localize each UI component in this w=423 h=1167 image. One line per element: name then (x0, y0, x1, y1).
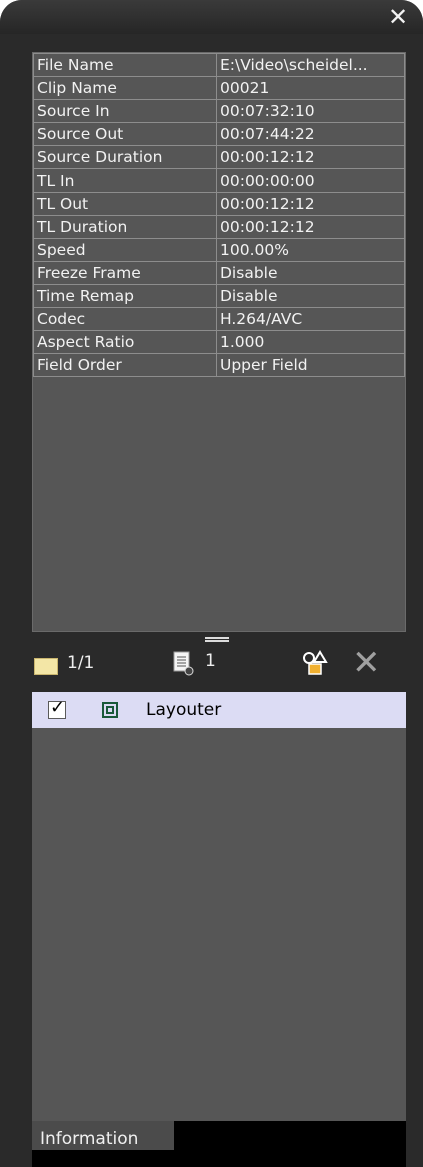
table-row: Aspect Ratio 1.000 (33, 330, 405, 355)
table-row: TL In 00:00:00:00 (33, 168, 405, 193)
property-name: Source In (33, 99, 217, 124)
bottom-bar (32, 1150, 406, 1167)
property-value: Disable (216, 260, 405, 285)
title-bar: ✕ (0, 0, 423, 34)
table-row: Freeze Frame Disable (33, 260, 405, 285)
property-value: H.264/AVC (216, 307, 405, 332)
property-value: 100.00% (216, 237, 405, 262)
property-value: 00:00:12:12 (216, 191, 405, 216)
property-name: File Name (33, 52, 217, 78)
table-row: TL Out 00:00:12:12 (33, 191, 405, 216)
property-name: Time Remap (33, 283, 217, 309)
table-row: Source Out 00:07:44:22 (33, 122, 405, 147)
table-row: Clip Name 00021 (33, 76, 405, 101)
remove-effect-icon[interactable]: ✕ (352, 646, 381, 680)
information-panel: ✕ File Name E:\Video\scheidel... Clip Name… (0, 0, 423, 1167)
clip-properties-grid: File Name E:\Video\scheidel... Clip Name 00… (32, 52, 406, 632)
effects-toolbar: 1/1 1 ✕ (32, 643, 406, 687)
close-icon[interactable]: ✕ (385, 4, 411, 30)
table-row: Codec H.264/AVC (33, 307, 405, 332)
table-row: Speed 100.00% (33, 237, 405, 262)
file-count: 1 (205, 651, 216, 671)
property-name: TL In (33, 168, 217, 193)
property-value: E:\Video\scheidel... (216, 52, 405, 78)
property-value: 00021 (216, 76, 405, 101)
property-value: 00:00:00:00 (216, 168, 405, 193)
table-row: TL Duration 00:00:12:12 (33, 214, 405, 239)
table-row: File Name E:\Video\scheidel... (33, 52, 405, 78)
property-value: 00:00:12:12 (216, 145, 405, 170)
file-list-icon (173, 651, 194, 676)
table-row: Field Order Upper Field (33, 353, 405, 378)
clip-count: 1/1 (67, 653, 95, 673)
property-name: Clip Name (33, 76, 217, 101)
table-row: Time Remap Disable (33, 283, 405, 309)
property-name: Speed (33, 237, 217, 262)
property-name: Codec (33, 307, 217, 332)
table-row: Source Duration 00:00:12:12 (33, 145, 405, 170)
property-name: TL Out (33, 191, 217, 216)
clip-icon (34, 658, 58, 675)
property-value: 00:07:44:22 (216, 122, 405, 147)
property-name: Aspect Ratio (33, 330, 217, 355)
property-value: Upper Field (216, 353, 405, 378)
properties-table: File Name E:\Video\scheidel... Clip Name 00… (33, 52, 405, 378)
property-name: Source Out (33, 122, 217, 147)
effect-label: Layouter (146, 700, 222, 720)
property-name: Field Order (33, 353, 217, 378)
effects-list: ✓ Layouter (32, 692, 406, 1150)
effect-checkbox[interactable]: ✓ (48, 697, 66, 719)
property-value: 00:07:32:10 (216, 99, 405, 124)
property-value: Disable (216, 283, 405, 309)
property-value: 00:00:12:12 (216, 214, 405, 239)
property-value: 1.000 (216, 330, 405, 355)
property-name: TL Duration (33, 214, 217, 239)
list-item[interactable]: ✓ Layouter (32, 692, 406, 728)
property-name: Freeze Frame (33, 260, 217, 285)
splitter-handle[interactable] (205, 637, 229, 642)
property-name: Source Duration (33, 145, 217, 170)
table-row: Source In 00:07:32:10 (33, 99, 405, 124)
effect-settings-icon[interactable] (301, 649, 329, 677)
layouter-icon (102, 702, 118, 718)
